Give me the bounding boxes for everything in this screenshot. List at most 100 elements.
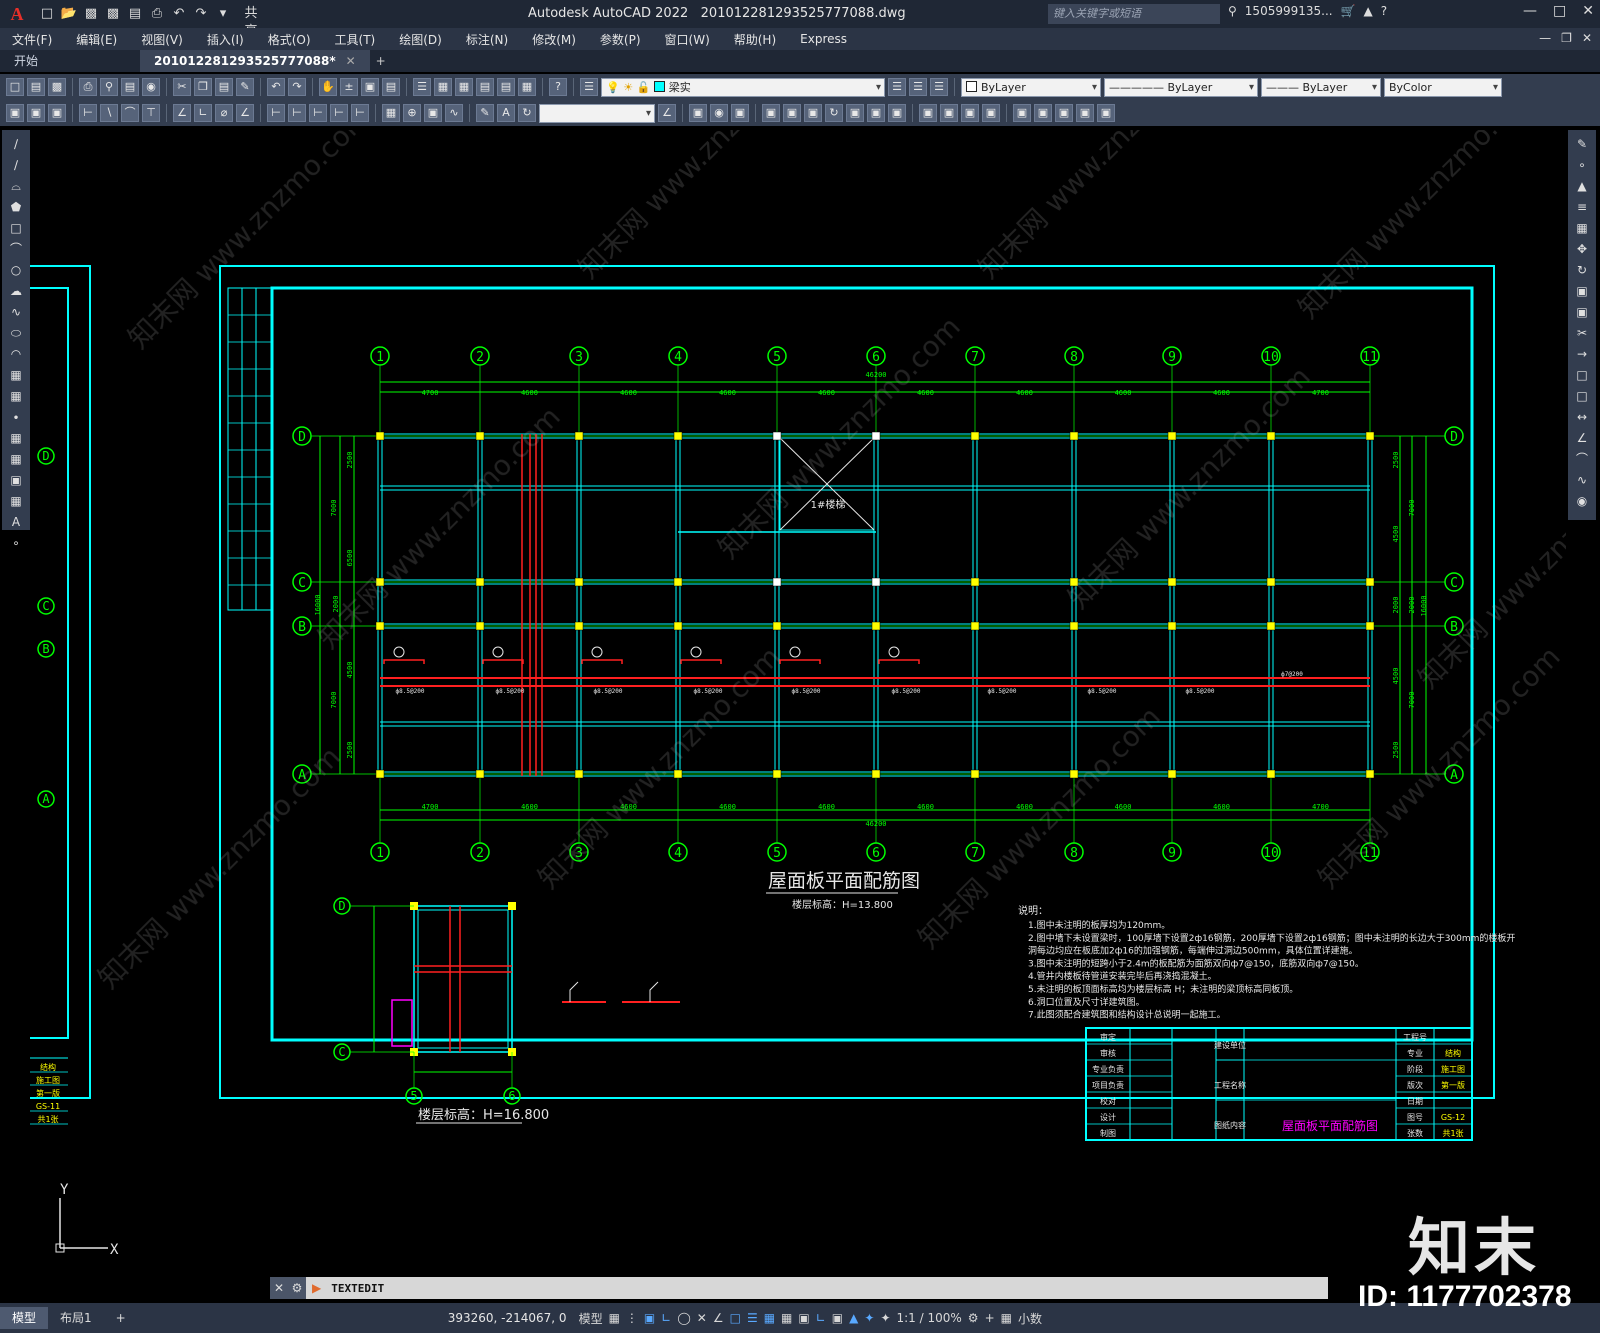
undo-icon[interactable]: ↶ xyxy=(267,78,285,96)
save-icon[interactable]: ▩ xyxy=(48,78,66,96)
mirror-icon[interactable]: ▲ xyxy=(1574,178,1590,194)
move-icon[interactable]: ✥ xyxy=(1574,241,1590,257)
offset-icon[interactable]: ≡ xyxy=(1574,199,1590,215)
help-icon[interactable]: ? xyxy=(549,78,567,96)
3d-move-icon[interactable]: ▣ xyxy=(1013,104,1031,122)
explode-icon[interactable]: ◉ xyxy=(1574,493,1590,509)
hatch-icon[interactable]: ▦ xyxy=(8,430,24,446)
construction-line-icon[interactable]: ∕ xyxy=(8,157,24,173)
3d-rotate-icon[interactable]: ▣ xyxy=(1034,104,1052,122)
plotstyle-dropdown[interactable]: ByColor xyxy=(1384,77,1502,97)
zoom-previous-icon[interactable]: ▤ xyxy=(382,78,400,96)
circle-icon[interactable]: ○ xyxy=(8,262,24,278)
make-current-icon[interactable]: ☰ xyxy=(888,78,906,96)
snap-icon[interactable]: ⋮ xyxy=(626,1311,638,1325)
command-text[interactable]: TEXTEDIT xyxy=(321,1282,384,1295)
dimension-text-edit-icon[interactable]: A xyxy=(497,104,515,122)
3d-align-icon[interactable]: ▣ xyxy=(1055,104,1073,122)
cut-icon[interactable]: ✂ xyxy=(173,78,191,96)
region-icon[interactable]: ▣ xyxy=(8,472,24,488)
drawing-canvas[interactable]: 结构 施工图 第一版 GS-11 共1张 DCBA 112233445566778899… xyxy=(30,130,1566,1278)
layer-state-icon[interactable]: ☰ xyxy=(930,78,948,96)
ellipse-arc-icon[interactable]: ◠ xyxy=(8,346,24,362)
detail-title[interactable]: 楼层标高：H=16.800 xyxy=(418,1107,549,1123)
isometric-icon[interactable]: ✕ xyxy=(697,1311,707,1325)
shell-icon[interactable]: ▣ xyxy=(961,104,979,122)
polar-tracking-icon[interactable]: ◯ xyxy=(677,1311,690,1325)
array-icon[interactable]: ▦ xyxy=(1574,220,1590,236)
sweep-icon[interactable]: ▣ xyxy=(804,104,822,122)
annotation-monitor-icon[interactable]: ▦ xyxy=(1001,1311,1012,1325)
publish-icon[interactable]: ▤ xyxy=(121,78,139,96)
search-icon[interactable]: ⚲ xyxy=(1228,4,1237,18)
rotate-icon[interactable]: ↻ xyxy=(1574,262,1590,278)
user-name[interactable]: 1505999135... xyxy=(1245,4,1333,18)
linetype-dropdown[interactable]: ————— ByLayer xyxy=(1104,77,1258,97)
lineweight-icon[interactable]: ☰ xyxy=(747,1311,758,1325)
menu-view[interactable]: 视图(V) xyxy=(129,31,195,48)
multiline-text-icon[interactable]: A xyxy=(8,514,24,530)
drawing-svg[interactable]: 结构施工图第一版GS-11共1张 DCBA 112233445566778899… xyxy=(30,130,1566,1278)
spline-icon[interactable]: ∿ xyxy=(8,304,24,320)
angular-dimension-icon[interactable]: ∠ xyxy=(236,104,254,122)
dimension-style-icon[interactable]: ∠ xyxy=(658,104,676,122)
match-properties-icon[interactable]: ✎ xyxy=(236,78,254,96)
dimension-edit-icon[interactable]: ✎ xyxy=(476,104,494,122)
sphere-icon[interactable]: ◉ xyxy=(710,104,728,122)
3d-array-icon[interactable]: ▣ xyxy=(1076,104,1094,122)
model-space-toggle[interactable]: 模型 xyxy=(579,1310,603,1327)
layer-previous-icon[interactable]: ☰ xyxy=(909,78,927,96)
new-tab-button[interactable]: + xyxy=(370,50,392,72)
redo-icon[interactable]: ↷ xyxy=(192,5,210,23)
color-dropdown[interactable]: ByLayer xyxy=(961,77,1101,97)
insert-block-icon[interactable]: ▦ xyxy=(8,367,24,383)
minimize-icon[interactable]: — xyxy=(1523,3,1537,19)
object-snap-tracking-icon[interactable]: ∠ xyxy=(713,1311,724,1325)
erase-icon[interactable]: ✎ xyxy=(1574,136,1590,152)
break-at-point-icon[interactable]: □ xyxy=(1574,367,1590,383)
auto-scale-icon[interactable]: ✦ xyxy=(880,1311,890,1325)
pan-icon[interactable]: ✋ xyxy=(319,78,337,96)
menu-edit[interactable]: 编辑(E) xyxy=(64,31,129,48)
center-mark-icon[interactable]: ⊕ xyxy=(403,104,421,122)
menu-dimension[interactable]: 标注(N) xyxy=(454,31,520,48)
extrude-icon[interactable]: ▣ xyxy=(762,104,780,122)
dimension-style-dropdown[interactable] xyxy=(539,103,655,123)
infer-constraints-icon[interactable]: ▣ xyxy=(644,1311,655,1325)
3d-print-icon[interactable]: ◉ xyxy=(142,78,160,96)
menu-help[interactable]: 帮助(H) xyxy=(722,31,788,48)
fillet-icon[interactable]: ⌒ xyxy=(1574,451,1590,467)
jogged-icon[interactable]: ∟ xyxy=(194,104,212,122)
search-input[interactable]: 键入关键字或短语 xyxy=(1048,4,1220,24)
save-as-icon[interactable]: ▩ xyxy=(104,5,122,23)
menu-parametric[interactable]: 参数(P) xyxy=(588,31,653,48)
3d-osnap-icon[interactable]: ▣ xyxy=(798,1311,809,1325)
plot-icon[interactable]: ⎙ xyxy=(148,5,166,23)
autocad-logo-icon[interactable]: A xyxy=(0,0,34,28)
close-icon[interactable]: ✕ xyxy=(1582,3,1594,19)
command-customize-icon[interactable]: ⚙ xyxy=(288,1277,306,1299)
transparency-icon[interactable]: ▦ xyxy=(764,1311,775,1325)
add-layout-button[interactable]: + xyxy=(104,1307,138,1329)
break-icon[interactable]: ⊢ xyxy=(351,104,369,122)
doc-close-icon[interactable]: ✕ xyxy=(1582,31,1592,45)
paste-icon[interactable]: ▤ xyxy=(215,78,233,96)
tab-layout1[interactable]: 布局1 xyxy=(48,1307,104,1329)
revolve-icon[interactable]: ↻ xyxy=(825,104,843,122)
menu-window[interactable]: 窗口(W) xyxy=(653,31,722,48)
copy-object-icon[interactable]: ∘ xyxy=(1574,157,1590,173)
intersect-icon[interactable]: ▣ xyxy=(919,104,937,122)
menu-insert[interactable]: 插入(I) xyxy=(195,31,256,48)
continue-icon[interactable]: ⊢ xyxy=(309,104,327,122)
open-icon[interactable]: 📂 xyxy=(60,5,78,23)
stretch-icon[interactable]: ▣ xyxy=(1574,304,1590,320)
dimension-update-icon[interactable]: ↻ xyxy=(518,104,536,122)
command-line[interactable]: ✕ ⚙ ▶ TEXTEDIT xyxy=(270,1277,1328,1299)
loft-icon[interactable]: ▣ xyxy=(846,104,864,122)
publish-icon[interactable]: ▤ xyxy=(126,5,144,23)
selection-cycling-icon[interactable]: ▦ xyxy=(781,1311,792,1325)
menu-tools[interactable]: 工具(T) xyxy=(323,31,388,48)
new-icon[interactable]: □ xyxy=(38,5,56,23)
union-icon[interactable]: ▣ xyxy=(867,104,885,122)
coordinates-readout[interactable]: 393260, -214067, 0 xyxy=(448,1311,567,1325)
